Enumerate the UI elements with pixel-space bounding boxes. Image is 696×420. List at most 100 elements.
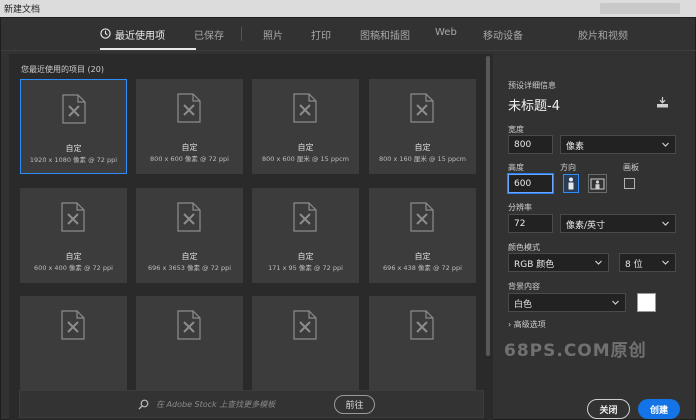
document-icon [177, 202, 201, 232]
recent-item-name: 自定 [297, 143, 314, 152]
document-icon [61, 310, 85, 340]
titlebar-controls-blurred [600, 3, 680, 14]
document-icon [410, 93, 434, 123]
recent-item-name: 自定 [414, 252, 431, 261]
tab-photo[interactable]: 照片 [263, 27, 283, 42]
tab-saved[interactable]: 已保存 [194, 27, 224, 42]
recent-item-size: 171 x 95 像素 @ 72 ppi [268, 264, 343, 272]
watermark-text: 68PS.COM原创 [504, 341, 647, 361]
advanced-options-toggle[interactable]: › 高级选项 [508, 319, 546, 330]
tabs-divider [1, 50, 696, 51]
width-unit-value: 像素 [566, 142, 585, 152]
recent-item-name: 自定 [297, 252, 314, 261]
document-icon [293, 310, 317, 340]
artboard-checkbox[interactable] [624, 178, 635, 189]
recent-item-size: 696 x 438 像素 @ 72 ppi [383, 264, 462, 272]
advanced-options-label: 高级选项 [513, 320, 546, 329]
portrait-person-icon [568, 177, 574, 190]
resolution-unit-select[interactable]: 像素/英寸 [560, 214, 676, 233]
recent-item-name: 自定 [181, 143, 198, 152]
bit-depth-select[interactable]: 8 位 [619, 253, 676, 272]
recent-item-card[interactable]: 自定 1920 x 1080 像素 @ 72 ppi [20, 79, 127, 174]
width-input[interactable] [508, 135, 553, 154]
background-color-swatch[interactable] [637, 293, 656, 312]
background-select[interactable]: 白色 [508, 293, 626, 312]
recent-item-card[interactable] [369, 296, 476, 391]
recent-item-card[interactable]: 自定 696 x 438 像素 @ 72 ppi [369, 188, 476, 283]
width-unit-select[interactable]: 像素 [560, 135, 676, 154]
tab-film-video[interactable]: 胶片和视频 [578, 27, 628, 42]
tab-web[interactable]: Web [435, 27, 457, 38]
recent-items-panel: 您最近使用的项目 (20) 自定 1920 x 1080 像素 @ 72 ppi 自… [9, 54, 493, 420]
orientation-landscape-button[interactable] [588, 174, 607, 193]
preset-details-panel: 预设详细信息 未标题-4 宽度 像素 高度 方向 画板 [496, 54, 694, 420]
height-label: 高度 [508, 163, 524, 172]
orientation-portrait-button[interactable] [563, 174, 579, 193]
recent-item-size: 800 x 600 厘米 @ 15 ppcm [262, 155, 349, 163]
tab-print[interactable]: 打印 [311, 27, 331, 42]
document-icon [177, 310, 201, 340]
document-icon [62, 94, 86, 124]
recent-items-heading: 您最近使用的项目 (20) [21, 64, 104, 75]
window-titlebar: 新建文档 [0, 0, 696, 17]
recent-item-card[interactable]: 自定 696 x 3653 像素 @ 72 ppi [136, 188, 243, 283]
recent-item-size: 600 x 400 像素 @ 72 ppi [34, 264, 113, 272]
chevron-down-icon [662, 142, 669, 147]
bit-depth-value: 8 位 [625, 260, 643, 270]
document-icon [177, 93, 201, 123]
go-button[interactable]: 前往 [334, 395, 375, 414]
recent-items-title: 您最近使用的项目 [21, 65, 85, 74]
create-button[interactable]: 创建 [638, 399, 680, 419]
tab-mobile[interactable]: 移动设备 [483, 27, 523, 42]
clock-icon [100, 28, 111, 39]
document-icon [410, 202, 434, 232]
recent-item-size: 800 x 160 厘米 @ 15 ppcm [379, 155, 466, 163]
recent-item-size: 696 x 3653 像素 @ 72 ppi [147, 264, 232, 272]
scrollbar-thumb[interactable] [486, 56, 490, 356]
document-icon [293, 93, 317, 123]
close-button[interactable]: 关闭 [587, 399, 630, 419]
recent-item-card[interactable] [252, 296, 359, 391]
resolution-input[interactable] [508, 214, 553, 233]
recent-item-card[interactable] [136, 296, 243, 391]
chevron-down-icon [662, 221, 669, 226]
recent-item-name: 自定 [65, 252, 82, 261]
document-name[interactable]: 未标题-4 [508, 95, 560, 114]
recent-item-card[interactable]: 自定 800 x 600 厘米 @ 15 ppcm [252, 79, 359, 174]
recent-item-card[interactable] [20, 296, 127, 391]
background-label: 背景内容 [508, 282, 540, 291]
artboard-label: 画板 [623, 163, 639, 172]
chevron-down-icon [595, 260, 602, 265]
recent-item-card[interactable]: 自定 800 x 600 像素 @ 72 ppi [136, 79, 243, 174]
recent-item-size: 800 x 600 像素 @ 72 ppi [150, 155, 229, 163]
recent-items-count: (20) [87, 65, 104, 74]
preset-tabs: 最近使用项 已保存 照片 打印 图稿和插图 Web 移动设备 胶片和视频 [1, 18, 696, 50]
stock-search-input[interactable] [156, 395, 326, 413]
recent-item-card[interactable]: 自定 800 x 160 厘米 @ 15 ppcm [369, 79, 476, 174]
save-preset-icon[interactable] [656, 97, 669, 108]
recent-item-name: 自定 [181, 252, 198, 261]
new-document-dialog: 最近使用项 已保存 照片 打印 图稿和插图 Web 移动设备 胶片和视频 您最近… [0, 17, 696, 420]
recent-item-card[interactable]: 自定 600 x 400 像素 @ 72 ppi [20, 188, 127, 283]
color-mode-value: RGB 颜色 [514, 260, 555, 270]
document-icon [61, 202, 85, 232]
chevron-down-icon [612, 300, 619, 305]
width-label: 宽度 [508, 125, 524, 134]
search-icon [138, 399, 149, 410]
adobe-stock-search-bar: 前往 [19, 390, 484, 418]
window-title: 新建文档 [4, 5, 41, 15]
tab-recent[interactable]: 最近使用项 [115, 27, 165, 42]
chevron-right-icon: › [508, 320, 512, 329]
landscape-person-icon [590, 178, 605, 190]
tab-art-illustration[interactable]: 图稿和插图 [360, 27, 410, 42]
height-input[interactable] [508, 174, 553, 193]
chevron-down-icon [662, 260, 669, 265]
recent-item-card[interactable]: 自定 171 x 95 像素 @ 72 ppi [252, 188, 359, 283]
resolution-label: 分辨率 [508, 203, 532, 212]
preset-details-heading: 预设详细信息 [508, 81, 556, 90]
recent-item-size: 1920 x 1080 像素 @ 72 ppi [29, 156, 118, 164]
tab-divider [241, 27, 242, 41]
color-mode-select[interactable]: RGB 颜色 [508, 253, 609, 272]
recent-item-name: 自定 [65, 144, 82, 153]
document-icon [293, 202, 317, 232]
